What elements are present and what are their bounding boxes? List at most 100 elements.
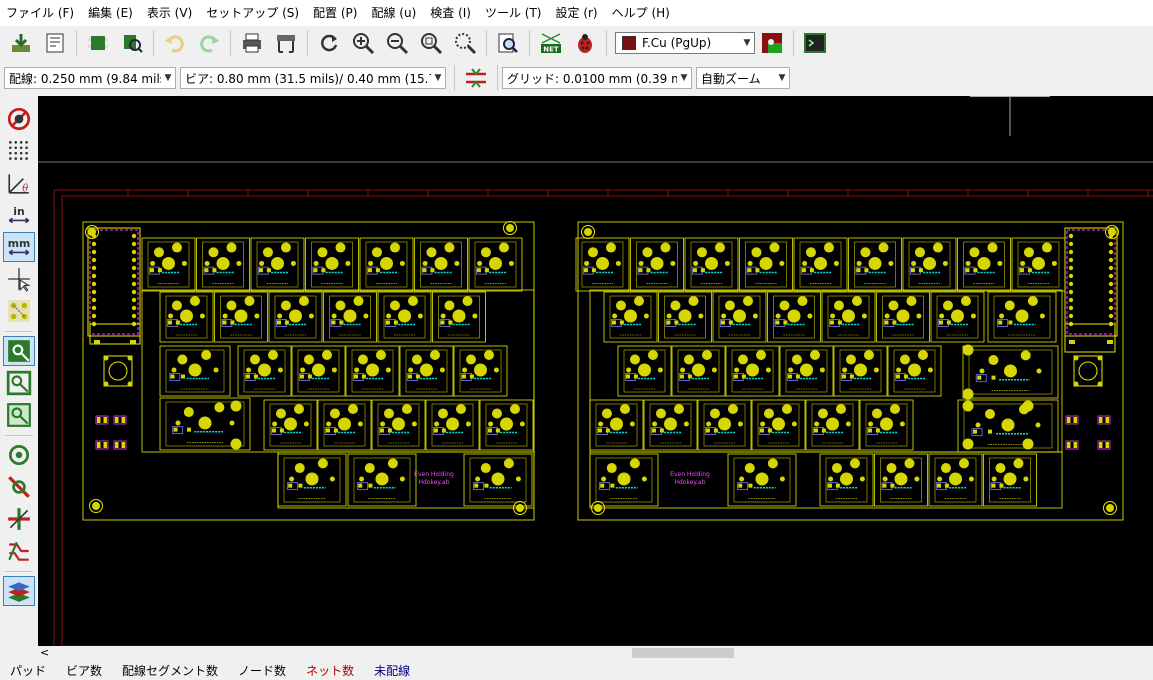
stabilizer-pad: [962, 388, 974, 400]
menu-setup[interactable]: セットアップ (S): [200, 0, 307, 26]
toolbar-separator: [793, 30, 794, 56]
keyswitch-footprint: [214, 291, 268, 343]
menu-place[interactable]: 配置 (P): [307, 0, 365, 26]
layer-pair-icon[interactable]: [757, 28, 787, 58]
stabilizer-pad: [230, 400, 242, 412]
toolbar-separator: [5, 571, 33, 572]
status-nodes: ノード数: [238, 663, 287, 678]
zone-outline-icon[interactable]: [3, 368, 35, 398]
zoom-in-icon[interactable]: [348, 28, 378, 58]
keyswitch-footprint: [983, 453, 1037, 507]
scrollbar-thumb[interactable]: [632, 648, 734, 658]
toolbar-separator: [76, 30, 77, 56]
layer-selector-value: F.Cu (PgUp): [642, 36, 712, 50]
keyswitch-footprint: [930, 291, 985, 343]
mcu-footprint-right: [1064, 227, 1118, 337]
zone-sketch-icon[interactable]: [3, 400, 35, 430]
keyswitch-footprint: [902, 237, 957, 292]
menu-file[interactable]: ファイル (F): [0, 0, 82, 26]
redraw-icon[interactable]: [314, 28, 344, 58]
pcb-canvas[interactable]: Even Holding Hdokey.ab Even Holding Hdok…: [38, 96, 1153, 646]
stabilizer-pad: [962, 400, 974, 412]
zoom-out-icon[interactable]: [382, 28, 412, 58]
layers-manager-icon[interactable]: [3, 576, 35, 606]
right-board-label: Even Holding: [670, 471, 710, 478]
footprint-editor-icon[interactable]: [83, 28, 113, 58]
keyswitch-footprint: [821, 291, 876, 343]
stabilizer-pad: [1022, 438, 1034, 450]
zoom-selection-icon[interactable]: [450, 28, 480, 58]
keyswitch-footprint: [1011, 237, 1066, 292]
stabilizer-pad: [1022, 400, 1034, 412]
menu-help[interactable]: ヘルプ (H): [606, 0, 678, 26]
polar-coords-icon[interactable]: θ: [3, 168, 35, 198]
pad-sketch-icon[interactable]: [3, 440, 35, 470]
grid-value: グリッド: 0.0100 mm (0.39 mils): [507, 71, 677, 86]
load-board-icon[interactable]: [6, 28, 36, 58]
zoom-fit-icon[interactable]: [416, 28, 446, 58]
toolbar-separator: [153, 30, 154, 56]
keyswitch-footprint: [793, 237, 848, 292]
pcb-drawing[interactable]: Even Holding Hdokey.ab Even Holding Hdok…: [38, 96, 1153, 646]
menu-preferences[interactable]: 設定 (r): [550, 0, 606, 26]
smd-part: [1065, 415, 1079, 425]
drc-icon[interactable]: [570, 28, 600, 58]
undo-icon[interactable]: [160, 28, 190, 58]
via-size-select[interactable]: ビア: 0.80 mm (31.5 mils)/ 0.40 mm (15.7 m…: [180, 67, 446, 89]
stabilizer-pad: [962, 438, 974, 450]
track-width-select[interactable]: 配線: 0.250 mm (9.84 mils) * ▼: [4, 67, 176, 89]
keyswitch-footprint: [874, 453, 928, 507]
smd-part: [1097, 440, 1111, 450]
zoom-select[interactable]: 自動ズーム ▼: [696, 67, 790, 89]
keyswitch-footprint: [479, 399, 534, 451]
toolbar-separator: [5, 331, 33, 332]
mounting-hole: [1103, 501, 1117, 515]
keyswitch-footprint: [928, 453, 983, 507]
footprint-browser-icon[interactable]: [117, 28, 147, 58]
keyswitch-footprint: [277, 453, 347, 507]
keyswitch-footprint: [323, 291, 377, 343]
netlist-icon[interactable]: NET: [536, 28, 566, 58]
drc-toggle-icon[interactable]: [3, 104, 35, 134]
mounting-hole: [89, 499, 103, 513]
keyswitch-footprint: [630, 237, 684, 292]
ratsnest-icon[interactable]: [3, 296, 35, 326]
zone-fill-icon[interactable]: [3, 336, 35, 366]
menu-tools[interactable]: ツール (T): [479, 0, 550, 26]
via-sketch-icon[interactable]: [3, 472, 35, 502]
print-icon[interactable]: [237, 28, 267, 58]
smd-part: [1065, 440, 1079, 450]
menu-edit[interactable]: 編集 (E): [82, 0, 141, 26]
scroll-left-icon[interactable]: <: [40, 646, 49, 660]
inch-units-icon[interactable]: in: [3, 200, 35, 230]
track-sketch-icon[interactable]: [3, 504, 35, 534]
page-settings-icon[interactable]: [40, 28, 70, 58]
auto-track-width-icon[interactable]: [461, 63, 491, 93]
redo-icon[interactable]: [194, 28, 224, 58]
layer-selector[interactable]: F.Cu (PgUp) ▼: [615, 32, 755, 54]
plot-icon[interactable]: [271, 28, 301, 58]
mounting-hole: [581, 225, 595, 239]
left-board-label: Even Holding: [414, 471, 454, 478]
keyswitch-footprint: [250, 237, 305, 292]
keyswitch-footprint: [414, 237, 468, 292]
menu-view[interactable]: 表示 (V): [141, 0, 200, 26]
keyswitch-footprint: [739, 237, 793, 292]
find-icon[interactable]: [493, 28, 523, 58]
scripting-console-icon[interactable]: [800, 28, 830, 58]
toolbar-separator: [230, 30, 231, 56]
horizontal-scrollbar[interactable]: <: [38, 646, 1153, 660]
connector-right: [1064, 323, 1116, 353]
menu-route[interactable]: 配線 (u): [365, 0, 424, 26]
keyswitch-footprint: [658, 291, 712, 343]
mm-units-icon[interactable]: mm: [3, 232, 35, 262]
grid-select[interactable]: グリッド: 0.0100 mm (0.39 mils) ▼: [502, 67, 692, 89]
microwave-icon[interactable]: [3, 536, 35, 566]
menu-inspect[interactable]: 検査 (I): [424, 0, 479, 26]
toolbar-separator: [529, 30, 530, 56]
keyswitch-footprint: [589, 399, 644, 451]
cursor-shape-icon[interactable]: [3, 264, 35, 294]
keyswitch-footprint: [371, 399, 426, 451]
keyswitch-footprint: [377, 291, 432, 343]
grid-toggle-icon[interactable]: [3, 136, 35, 166]
